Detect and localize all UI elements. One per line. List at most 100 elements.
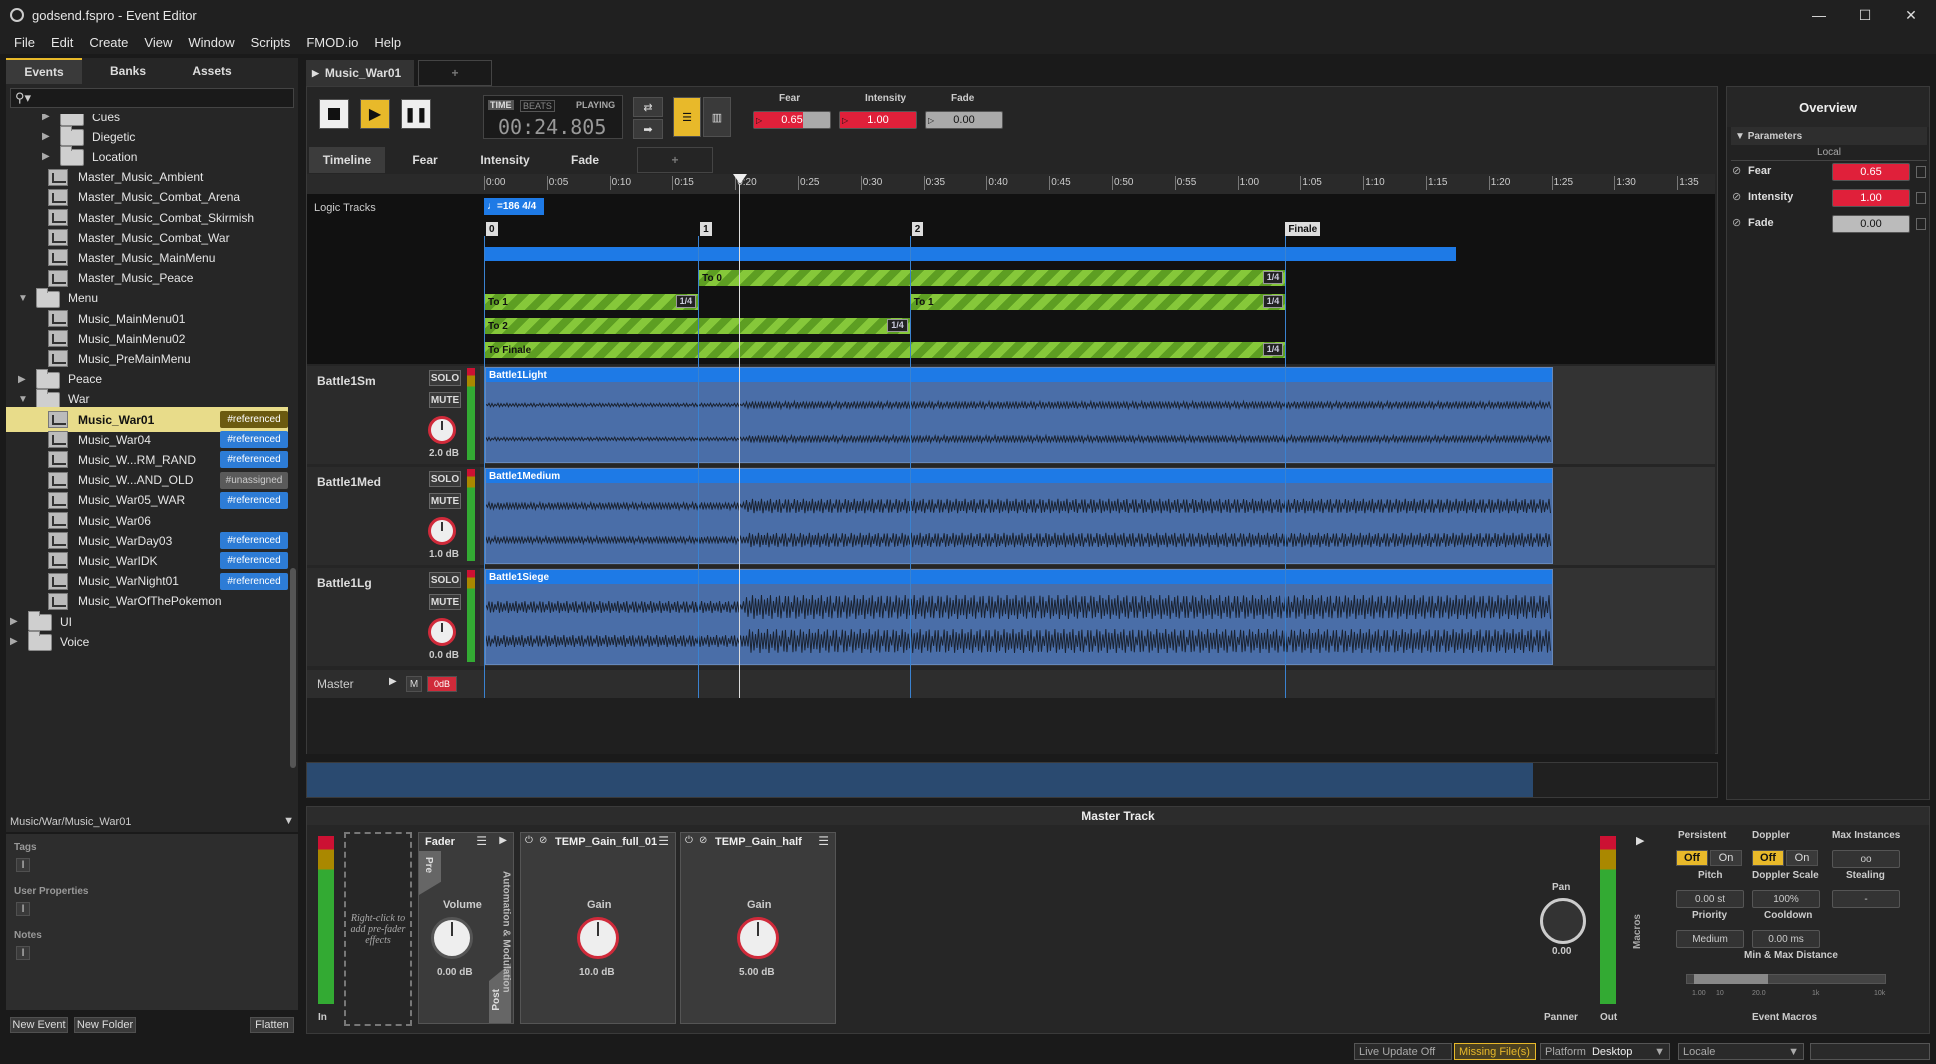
collapsed-arrow-icon[interactable]: ▶ xyxy=(18,374,26,385)
overview-param-value[interactable]: 0.65 xyxy=(1832,163,1910,181)
track-header[interactable]: Battle1Lg SOLO MUTE 0.0 dB xyxy=(307,568,480,666)
tags-edit-icon[interactable]: I xyxy=(16,858,30,872)
overview-param-row[interactable]: ⊘ Intensity 1.00 xyxy=(1730,188,1926,208)
overview-param-row[interactable]: ⊘ Fear 0.65 xyxy=(1730,162,1926,182)
tab-events[interactable]: Events xyxy=(6,58,82,84)
follow-button[interactable]: ➡ xyxy=(633,119,663,139)
pan-knob[interactable] xyxy=(1540,898,1586,944)
tree-scrollbar[interactable] xyxy=(290,568,296,768)
mute-button[interactable]: MUTE xyxy=(429,594,461,610)
stop-button[interactable] xyxy=(319,99,349,129)
track-header[interactable]: Battle1Med SOLO MUTE 1.0 dB xyxy=(307,467,480,565)
menu-icon[interactable]: ☰ xyxy=(818,834,829,848)
tab-timeline[interactable]: Timeline xyxy=(309,147,385,173)
time-mode-toggle[interactable]: TIME xyxy=(488,100,514,110)
doppler-off-button[interactable]: Off xyxy=(1752,850,1784,866)
link-icon[interactable]: ⊘ xyxy=(699,835,707,846)
solo-button[interactable]: SOLO xyxy=(429,572,461,588)
prefader-drop-zone[interactable]: Right-click to add pre-fader effects xyxy=(344,832,412,1026)
persistent-on-button[interactable]: On xyxy=(1710,850,1742,866)
audio-region[interactable]: Battle1Light xyxy=(485,367,1553,463)
param-checkbox[interactable] xyxy=(1916,192,1926,204)
tree-item[interactable]: ▶ Voice xyxy=(6,629,288,654)
add-event-tab-button[interactable]: + xyxy=(418,60,492,86)
link-icon[interactable]: ⊘ xyxy=(539,835,547,846)
menu-create[interactable]: Create xyxy=(81,35,136,50)
param-checkbox[interactable] xyxy=(1916,166,1926,178)
notes-edit-icon[interactable]: I xyxy=(16,946,30,960)
menu-file[interactable]: File xyxy=(6,35,43,50)
menu-fmodio[interactable]: FMOD.io xyxy=(298,35,366,50)
stealing-select[interactable]: - xyxy=(1832,890,1900,908)
bypass-icon[interactable]: ⏻ xyxy=(685,835,693,846)
audio-region[interactable]: Battle1Siege xyxy=(485,569,1553,665)
cooldown-field[interactable]: 0.00 ms xyxy=(1752,930,1820,948)
live-update-status[interactable]: Live Update Off xyxy=(1354,1043,1452,1060)
destination-marker[interactable]: Finale xyxy=(1285,222,1321,236)
tab-intensity[interactable]: Intensity xyxy=(467,147,543,173)
track-header[interactable]: Battle1Sm SOLO MUTE 2.0 dB xyxy=(307,366,480,464)
chevron-down-icon[interactable]: ▼ xyxy=(283,815,294,827)
destination-marker[interactable]: 1 xyxy=(700,222,712,236)
pause-button[interactable]: ❚❚ xyxy=(401,99,431,129)
tab-fear[interactable]: Fear xyxy=(387,147,463,173)
add-parameter-tab-button[interactable]: + xyxy=(637,147,713,173)
gain-knob[interactable] xyxy=(577,917,619,959)
destination-marker[interactable]: 0 xyxy=(486,222,498,236)
audio-region[interactable]: Battle1Medium xyxy=(485,468,1553,564)
close-button[interactable]: ✕ xyxy=(1888,0,1934,30)
doppler-on-button[interactable]: On xyxy=(1786,850,1818,866)
playhead-icon[interactable] xyxy=(732,174,747,184)
menu-icon[interactable]: ☰ xyxy=(658,834,669,848)
view-grid-button[interactable]: ▥ xyxy=(703,97,731,137)
solo-button[interactable]: SOLO xyxy=(429,370,461,386)
collapsed-arrow-icon[interactable]: ▶ xyxy=(10,636,18,647)
collapsed-arrow-icon[interactable]: ▶ xyxy=(10,616,18,627)
loop-button[interactable]: ⇄ xyxy=(633,97,663,117)
persistent-off-button[interactable]: Off xyxy=(1676,850,1708,866)
destination-marker[interactable]: 2 xyxy=(911,222,924,236)
mute-button[interactable]: MUTE xyxy=(429,493,461,509)
flatten-button[interactable]: Flatten xyxy=(250,1017,294,1033)
transition-region[interactable]: To 1 1/4 xyxy=(484,294,699,310)
menu-edit[interactable]: Edit xyxy=(43,35,81,50)
solo-button[interactable]: SOLO xyxy=(429,471,461,487)
macros-expand-icon[interactable]: ▶ xyxy=(1636,834,1644,847)
track-volume-knob[interactable] xyxy=(428,517,456,545)
expand-icon[interactable]: ▶ xyxy=(499,835,507,846)
overview-param-value[interactable]: 0.00 xyxy=(1832,215,1910,233)
parameter-value-field[interactable]: ▷ 1.00 xyxy=(839,111,917,129)
menu-window[interactable]: Window xyxy=(180,35,242,50)
track-volume-knob[interactable] xyxy=(428,416,456,444)
tab-assets[interactable]: Assets xyxy=(174,58,250,84)
gain-knob[interactable] xyxy=(737,917,779,959)
effect-card[interactable]: TEMP_Gain_full_01 ⏻ ⊘ ☰ Gain 10.0 dB xyxy=(520,832,676,1024)
tab-fade[interactable]: Fade xyxy=(547,147,623,173)
search-input[interactable]: ⚲▾ xyxy=(10,88,294,108)
menu-view[interactable]: View xyxy=(136,35,180,50)
missing-files-status[interactable]: Missing File(s) xyxy=(1454,1043,1536,1060)
mute-button[interactable]: MUTE xyxy=(429,392,461,408)
overview-param-row[interactable]: ⊘ Fade 0.00 xyxy=(1730,214,1926,234)
master-track-row[interactable]: Master ▶ M 0dB xyxy=(307,670,1715,698)
parameter-value-field[interactable]: ▷ 0.00 xyxy=(925,111,1003,129)
menu-scripts[interactable]: Scripts xyxy=(243,35,299,50)
transition-region[interactable]: To 0 1/4 xyxy=(698,270,1286,286)
volume-knob[interactable] xyxy=(431,917,473,959)
pitch-field[interactable]: 0.00 st xyxy=(1676,890,1744,908)
transition-region[interactable]: To 2 1/4 xyxy=(484,318,910,334)
tempo-marker[interactable]: ♩ =186 4/4 xyxy=(484,198,544,215)
master-mute-button[interactable]: M xyxy=(406,676,422,692)
loop-region[interactable] xyxy=(484,247,1456,261)
minimize-button[interactable]: — xyxy=(1796,0,1842,30)
doppler-scale-field[interactable]: 100% xyxy=(1752,890,1820,908)
maximize-button[interactable]: ☐ xyxy=(1842,0,1888,30)
locale-selector[interactable]: Locale ▼ xyxy=(1678,1043,1804,1060)
platform-selector[interactable]: Platform Desktop ▼ xyxy=(1540,1043,1670,1060)
tab-banks[interactable]: Banks xyxy=(90,58,166,84)
param-checkbox[interactable] xyxy=(1916,218,1926,230)
menu-help[interactable]: Help xyxy=(366,35,409,50)
view-tracks-button[interactable]: ☰ xyxy=(673,97,701,137)
max-instances-field[interactable]: oo xyxy=(1832,850,1900,868)
expand-icon[interactable]: ▶ xyxy=(389,676,397,687)
